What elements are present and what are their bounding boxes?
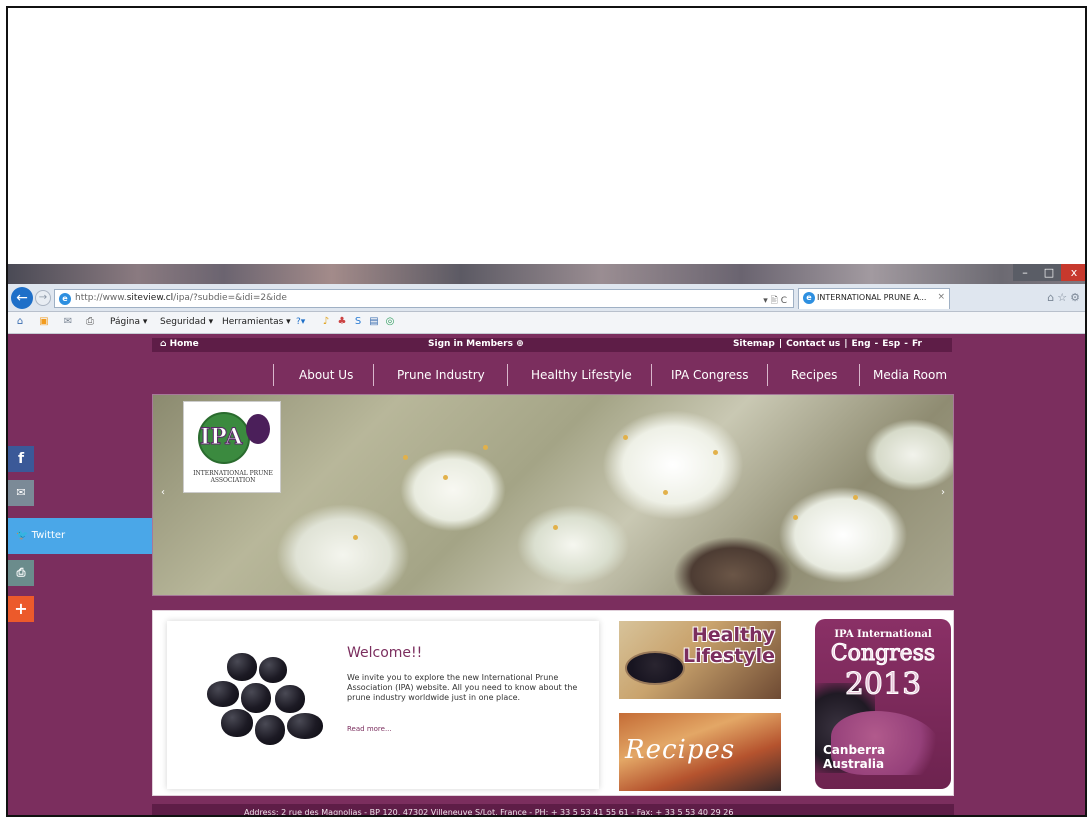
- maximize-button[interactable]: □: [1037, 264, 1061, 281]
- twitter-icon: 🐦: [16, 530, 29, 541]
- home-icon[interactable]: ⌂: [14, 316, 26, 328]
- healthy-lifestyle-banner[interactable]: Healthy Lifestyle: [619, 621, 781, 699]
- minimize-button[interactable]: –: [1013, 264, 1037, 281]
- sitemap-link[interactable]: Sitemap: [733, 339, 775, 349]
- print-icon[interactable]: ⎙: [84, 316, 96, 328]
- home-link[interactable]: ⌂ Home: [160, 339, 199, 349]
- prunes-image: [197, 643, 337, 753]
- prune-graphic: [246, 414, 270, 444]
- lang-esp[interactable]: Esp: [882, 339, 900, 349]
- tab-close-icon[interactable]: ×: [937, 292, 945, 302]
- logo-text: IPA: [199, 424, 243, 451]
- research-icon[interactable]: ♪: [320, 316, 332, 328]
- recipes-banner[interactable]: Recipes: [619, 713, 781, 791]
- window-title-strip: – □ x: [8, 264, 1085, 284]
- tools-menu[interactable]: Herramientas ▾: [222, 317, 291, 327]
- congress-year: 2013: [844, 667, 922, 703]
- browser-window: – □ x ← → e http://www.siteview.cl/ipa/?…: [8, 264, 1085, 817]
- congress-location: Canberra Australia: [823, 743, 886, 771]
- tab-favicon-icon: e: [803, 292, 815, 304]
- security-menu[interactable]: Seguridad ▾: [160, 317, 213, 327]
- back-button[interactable]: ←: [11, 287, 33, 309]
- healthy-lifestyle-title: Healthy Lifestyle: [683, 624, 775, 667]
- content-panel: Welcome!! We invite you to explore the n…: [152, 610, 954, 796]
- recipes-title: Recipes: [625, 735, 736, 765]
- ie-favicon-icon: e: [59, 293, 71, 305]
- forward-button[interactable]: →: [35, 290, 51, 306]
- url-text: http://www.siteview.cl/ipa/?subdie=&idi=…: [75, 293, 287, 303]
- congress-banner[interactable]: IPA International Congress 2013 Canberra…: [815, 619, 951, 789]
- congress-subtitle: IPA International: [834, 629, 932, 640]
- nav-prune-industry[interactable]: Prune Industry: [397, 368, 485, 382]
- sign-in-link[interactable]: Sign in Members ⊕: [428, 339, 524, 349]
- nav-about-us[interactable]: About Us: [299, 368, 353, 382]
- print-share-icon[interactable]: ⎙: [8, 560, 34, 586]
- logo-caption: INTERNATIONAL PRUNE ASSOCIATION: [193, 470, 273, 484]
- congress-title: Congress: [830, 641, 936, 667]
- addon-icon[interactable]: ♣: [336, 316, 348, 328]
- screenshot-frame: – □ x ← → e http://www.siteview.cl/ipa/?…: [6, 6, 1087, 817]
- welcome-title: Welcome!!: [347, 645, 423, 661]
- home-favorites-settings-icons[interactable]: ⌂☆⚙: [1047, 291, 1083, 304]
- website-page: ⌂ Home Sign in Members ⊕ Sitemap | Contact…: [8, 334, 1085, 817]
- skype-icon[interactable]: S: [352, 316, 364, 328]
- nav-recipes[interactable]: Recipes: [791, 368, 837, 382]
- lang-fr[interactable]: Fr: [912, 339, 922, 349]
- page-menu[interactable]: Página ▾: [110, 317, 147, 327]
- close-window-button[interactable]: x: [1061, 264, 1085, 281]
- feeds-icon[interactable]: ▣: [38, 316, 50, 328]
- facebook-share-icon[interactable]: f: [8, 446, 34, 472]
- site-top-bar: ⌂ Home Sign in Members ⊕ Sitemap | Contact…: [152, 338, 952, 352]
- welcome-card: Welcome!! We invite you to explore the n…: [167, 621, 599, 789]
- hero-slider[interactable]: IPA INTERNATIONAL PRUNE ASSOCIATION ‹ ›: [152, 394, 954, 596]
- command-bar: ⌂ ▣ ✉ ⎙ Página ▾ Seguridad ▾ Herramienta…: [8, 312, 1085, 334]
- lang-eng[interactable]: Eng: [852, 339, 871, 349]
- home-icon: ⌂: [160, 339, 170, 349]
- read-more-link[interactable]: Read more...: [347, 725, 392, 733]
- nav-ipa-congress[interactable]: IPA Congress: [671, 368, 749, 382]
- address-bar[interactable]: e http://www.siteview.cl/ipa/?subdie=&id…: [54, 289, 794, 308]
- slider-prev-arrow[interactable]: ‹: [161, 487, 165, 498]
- browser-tab[interactable]: e INTERNATIONAL PRUNE A... ×: [798, 288, 950, 309]
- nav-healthy-lifestyle[interactable]: Healthy Lifestyle: [531, 368, 632, 382]
- twitter-label: Twitter: [31, 530, 66, 541]
- translate-icon[interactable]: ▤: [368, 316, 380, 328]
- address-row: ← → e http://www.siteview.cl/ipa/?subdie…: [8, 284, 1085, 312]
- slider-next-arrow[interactable]: ›: [941, 487, 945, 498]
- help-menu[interactable]: ?▾: [296, 317, 305, 327]
- twitter-share-button[interactable]: 🐦 Twitter: [8, 518, 152, 554]
- nav-media-room[interactable]: Media Room: [873, 368, 947, 382]
- contact-link[interactable]: Contact us: [786, 339, 840, 349]
- utility-links: Sitemap | Contact us | Eng - Esp - Fr: [732, 339, 922, 349]
- footer-address: Address: 2 rue des Magnolias - BP 120, 4…: [244, 808, 734, 817]
- ipa-logo[interactable]: IPA INTERNATIONAL PRUNE ASSOCIATION: [183, 401, 281, 493]
- email-share-icon[interactable]: ✉: [8, 480, 34, 506]
- site-footer: Address: 2 rue des Magnolias - BP 120, 4…: [152, 804, 954, 817]
- welcome-body: We invite you to explore the new Interna…: [347, 673, 578, 702]
- extension-icon[interactable]: ◎: [384, 316, 396, 328]
- mail-icon[interactable]: ✉: [62, 316, 74, 328]
- add-share-icon[interactable]: +: [8, 596, 34, 622]
- tab-title: INTERNATIONAL PRUNE A...: [817, 293, 927, 302]
- refresh-compat-icons[interactable]: ▾ 🖹 C: [763, 293, 787, 309]
